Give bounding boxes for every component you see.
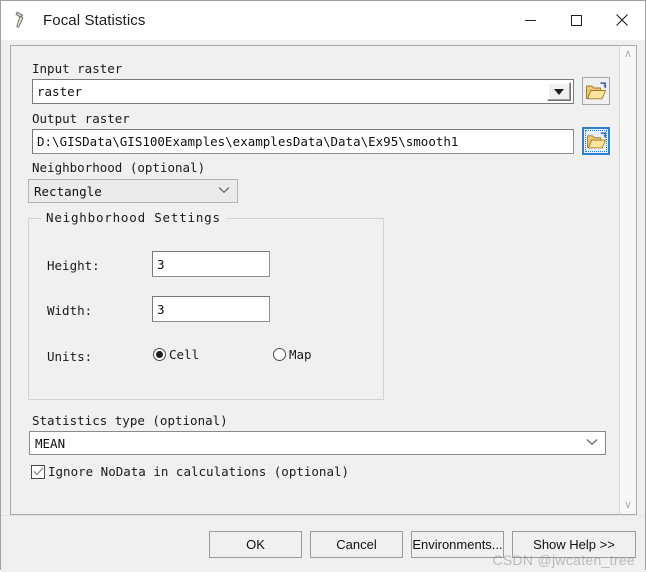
units-cell-label: Cell [169, 347, 200, 362]
show-help-button[interactable]: Show Help >> [512, 530, 636, 558]
hammer-tool-icon [11, 7, 37, 33]
chevron-down-icon [579, 438, 605, 449]
title-bar: Focal Statistics [1, 1, 645, 40]
close-button[interactable] [599, 1, 645, 39]
chevron-down-icon [211, 186, 237, 197]
width-input[interactable]: 3 [152, 296, 270, 322]
dialog-body: Input raster raster Output raster D:\GIS… [1, 40, 645, 515]
cancel-button[interactable]: Cancel [310, 530, 403, 558]
height-label: Height: [47, 258, 100, 273]
input-raster-value: raster [37, 84, 83, 99]
neighborhood-label-row: Neighborhood (optional) [32, 159, 205, 177]
neighborhood-combobox[interactable]: Rectangle [28, 179, 238, 203]
height-input[interactable]: 3 [152, 251, 270, 277]
ignore-nodata-label: Ignore NoData in calculations (optional) [48, 464, 350, 479]
width-label: Width: [47, 303, 93, 318]
window-title: Focal Statistics [43, 11, 146, 29]
parameters-scrollbar[interactable]: ∧ ∨ [619, 45, 637, 515]
neighborhood-value: Rectangle [34, 183, 102, 199]
open-folder-icon [586, 81, 607, 99]
close-icon [616, 14, 628, 26]
radio-unselected-icon [273, 348, 286, 361]
output-raster-value: D:\GISData\GIS100Examples\examplesData\D… [37, 134, 459, 149]
input-raster-label-row: Input raster [32, 60, 122, 78]
output-raster-input[interactable]: D:\GISData\GIS100Examples\examplesData\D… [32, 129, 574, 154]
units-radio-map[interactable]: Map [273, 347, 312, 362]
radio-selected-icon [153, 348, 166, 361]
neighborhood-settings-title: Neighborhood Settings [41, 210, 226, 225]
minimize-icon [524, 19, 536, 21]
scroll-down-arrow-icon[interactable]: ∨ [624, 500, 632, 511]
input-raster-browse-button[interactable] [582, 77, 610, 105]
units-map-label: Map [289, 347, 312, 362]
input-raster-dropdown-arrow[interactable] [547, 82, 571, 101]
statistics-type-label: Statistics type (optional) [32, 413, 228, 428]
statistics-type-label-row: Statistics type (optional) [32, 412, 228, 430]
output-raster-label-row: Output raster [32, 110, 130, 128]
output-raster-label: Output raster [32, 111, 130, 126]
environments-button[interactable]: Environments... [411, 530, 504, 558]
scroll-up-arrow-icon[interactable]: ∧ [624, 49, 632, 60]
width-value: 3 [157, 301, 165, 317]
neighborhood-settings-group: Neighborhood Settings Height: 3 Width: 3… [28, 210, 384, 400]
window-controls [507, 1, 645, 39]
statistics-type-combobox[interactable]: MEAN [29, 431, 606, 455]
focal-statistics-dialog: Focal Statistics Input raster raster Out… [0, 0, 646, 572]
input-raster-combobox[interactable]: raster [32, 79, 574, 104]
ignore-nodata-checkbox[interactable]: Ignore NoData in calculations (optional) [31, 464, 349, 479]
maximize-button[interactable] [553, 1, 599, 39]
statistics-type-value: MEAN [35, 435, 66, 451]
height-value: 3 [157, 256, 165, 272]
checkbox-checked-icon [31, 464, 45, 479]
neighborhood-label: Neighborhood (optional) [32, 160, 206, 175]
maximize-icon [570, 14, 582, 26]
output-raster-browse-button[interactable] [582, 127, 610, 155]
dialog-footer: OK Cancel Environments... Show Help >> C… [1, 515, 645, 572]
ok-button[interactable]: OK [209, 530, 302, 558]
triangle-down-icon [554, 88, 564, 95]
units-label: Units: [47, 349, 93, 364]
minimize-button[interactable] [507, 1, 553, 39]
open-folder-icon [586, 132, 606, 149]
parameters-panel: Input raster raster Output raster D:\GIS… [10, 45, 619, 515]
units-radio-cell[interactable]: Cell [153, 347, 199, 362]
input-raster-label: Input raster [32, 61, 123, 76]
